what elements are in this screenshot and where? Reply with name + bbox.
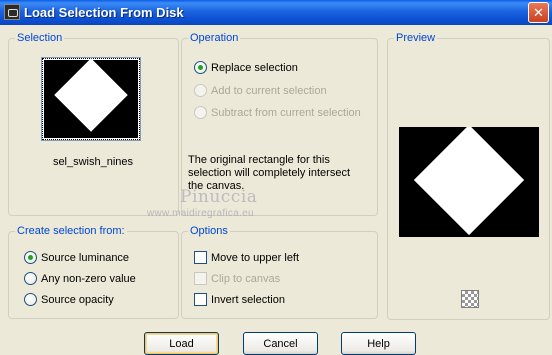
selection-thumbnail-image (42, 58, 140, 140)
watermark-name: Pinuccia (180, 187, 258, 207)
radio-label: Replace selection (211, 61, 298, 74)
radio-indicator (194, 61, 207, 74)
subtract-from-selection-radio[interactable]: Subtract from current selection (194, 106, 361, 119)
checkbox-label: Move to upper left (211, 251, 300, 264)
selection-name: sel_swish_nines (52, 156, 134, 168)
close-button[interactable]: ✕ (528, 2, 549, 23)
any-non-zero-value-radio[interactable]: Any non-zero value (24, 272, 136, 285)
replace-selection-radio[interactable]: Replace selection (194, 61, 298, 74)
preview-group-label: Preview (394, 31, 438, 45)
move-to-upper-left-checkbox[interactable]: Move to upper left (194, 251, 299, 264)
close-icon: ✕ (533, 5, 544, 20)
radio-label: Subtract from current selection (211, 106, 361, 119)
source-opacity-radio[interactable]: Source opacity (24, 293, 114, 306)
radio-label: Any non-zero value (41, 272, 136, 285)
checkbox-label: Invert selection (211, 293, 285, 306)
create-from-group-label: Create selection from: (15, 224, 127, 238)
radio-label: Source opacity (41, 293, 114, 306)
options-group-label: Options (188, 224, 230, 238)
clip-to-canvas-checkbox[interactable]: Clip to canvas (194, 272, 280, 285)
invert-selection-checkbox[interactable]: Invert selection (194, 293, 285, 306)
radio-label: Add to current selection (211, 84, 327, 97)
add-to-selection-radio[interactable]: Add to current selection (194, 84, 327, 97)
watermark-url: www.maidiregrafica.eu (147, 208, 254, 219)
checkbox-label: Clip to canvas (211, 272, 281, 285)
cancel-button[interactable]: Cancel (243, 332, 318, 355)
load-button[interactable]: Load (144, 332, 219, 355)
radio-label: Source luminance (41, 251, 130, 264)
radio-indicator (24, 293, 37, 306)
app-icon (4, 4, 20, 20)
selection-group-label: Selection (15, 31, 65, 45)
checkbox-box (194, 272, 207, 285)
radio-indicator (194, 106, 207, 119)
preview-image (399, 127, 539, 237)
radio-indicator (194, 84, 207, 97)
help-button[interactable]: Help (341, 332, 416, 355)
selection-thumbnail[interactable] (41, 57, 141, 141)
operation-group-label: Operation (188, 31, 241, 45)
window-title: Load Selection From Disk (24, 5, 184, 20)
transparency-toggle-icon[interactable] (461, 290, 479, 308)
radio-indicator (24, 272, 37, 285)
checkbox-box (194, 293, 207, 306)
title-bar: Load Selection From Disk ✕ (0, 0, 552, 25)
radio-indicator (24, 251, 37, 264)
source-luminance-radio[interactable]: Source luminance (24, 251, 129, 264)
checkbox-box (194, 251, 207, 264)
